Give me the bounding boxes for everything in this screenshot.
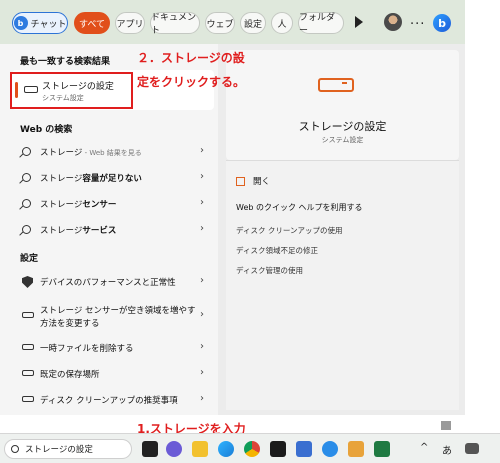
chat-filter-button[interactable]: b チャット [12,12,68,34]
chevron-right-icon: › [200,223,204,234]
edge-browser-icon[interactable] [218,441,234,457]
web-result-bold: 容量が足りない [82,174,142,184]
settings-result-label-line2: 方法を変更する [40,319,100,329]
storage-drive-icon [22,312,34,318]
settings-filter-button[interactable]: 設定 [240,12,266,34]
file-explorer-icon[interactable] [192,441,208,457]
settings-result-item[interactable]: ディスク クリーンアップの推奨事項 › [12,388,214,412]
annotation-step2-line1: ２．ストレージの設 [137,51,245,65]
annotation-step2-line2: 定をクリックする。 [137,75,246,89]
taskbar-search-box[interactable]: ストレージの設定 [4,439,132,459]
more-filters-play-icon[interactable] [355,16,363,28]
settings-result-item[interactable]: 一時ファイルを削除する › [12,336,214,360]
chevron-right-icon: › [200,341,204,352]
settings-header: 設定 [20,254,39,264]
storage-drive-icon [22,396,34,402]
help-link[interactable]: ディスク クリーンアップの使用 [236,225,342,236]
settings-result-item[interactable]: 既定の保存場所 › [12,362,214,386]
people-filter-button[interactable]: 人 [271,12,293,34]
search-icon [22,199,31,208]
chevron-right-icon: › [200,309,204,320]
search-icon [22,225,31,234]
taskbar: ストレージの設定 ^ あ [0,433,500,463]
chevron-right-icon: › [200,275,204,286]
app-window-icon[interactable] [296,441,312,457]
web-result-bold: サービス [82,226,117,236]
chevron-up-icon[interactable]: ^ [420,442,428,453]
chevron-right-icon: › [200,393,204,404]
chevron-right-icon: › [200,171,204,182]
apps-filter-button[interactable]: アプリ [115,12,145,34]
search-icon [22,173,31,182]
chrome-browser-icon[interactable] [244,441,260,457]
best-match-header: 最も一致する検索結果 [20,57,111,67]
teams-chat-icon[interactable] [166,441,182,457]
folders-filter-button[interactable]: フォルダー [298,12,344,36]
settings-result-label: 既定の保存場所 [40,370,100,380]
chevron-right-icon: › [200,197,204,208]
bing-icon[interactable]: b [433,14,451,32]
annotation-box-best-match [10,72,133,109]
web-result-item[interactable]: ストレージサービス › [12,218,214,242]
app-k-icon[interactable] [270,441,286,457]
web-result-item[interactable]: ストレージ - Web 結果を見る › [12,140,214,164]
preview-title: ストレージの設定 [298,120,387,133]
display-icon[interactable] [465,443,479,454]
web-result-prefix: ストレージ [40,148,83,158]
web-result-bold: センサー [82,200,117,210]
web-result-prefix: ストレージ [40,174,83,184]
open-action[interactable]: 開く [236,175,270,187]
search-filter-bar: b チャット すべて アプリ ドキュメント ウェブ 設定 人 フォルダー ...… [0,0,465,44]
preview-subtitle: システム設定 [321,136,364,144]
web-result-item[interactable]: ストレージセンサー › [12,192,214,216]
open-external-icon [236,176,245,186]
storage-drive-icon [22,370,34,376]
settings-result-item[interactable]: デバイスのパフォーマンスと正常性 › [12,270,214,294]
more-options-icon[interactable]: ... [410,13,425,28]
search-icon [22,147,31,156]
open-action-label: 開く [253,177,271,187]
shield-icon [22,276,33,288]
web-help-header: Web のクイック ヘルプを利用する [236,203,363,212]
window-icon [441,421,451,430]
ime-indicator[interactable]: あ [442,442,452,457]
all-filter-button[interactable]: すべて [74,12,110,34]
web-result-item[interactable]: ストレージ容量が足りない › [12,166,214,190]
search-input-text: ストレージの設定 [25,445,93,455]
storage-drive-icon [318,78,354,92]
search-icon [11,445,19,453]
web-result-prefix: ストレージ [40,200,83,210]
task-view-icon[interactable] [142,441,158,457]
excel-icon[interactable] [374,441,390,457]
documents-filter-button[interactable]: ドキュメント [150,12,200,36]
web-result-prefix: ストレージ [40,226,83,236]
settings-result-label: デバイスのパフォーマンスと正常性 [40,278,176,288]
preview-actions [226,160,459,410]
bing-chat-icon: b [13,16,28,30]
settings-result-label: 一時ファイルを削除する [40,344,134,354]
settings-result-label: ストレージ センサーが空き領域を増やす [40,306,196,316]
chevron-right-icon: › [200,145,204,156]
web-result-suffix: - Web 結果を見る [82,149,142,157]
chat-filter-label: チャット [30,19,67,30]
app-orange-icon[interactable] [348,441,364,457]
app-blue-icon[interactable] [322,441,338,457]
storage-drive-icon [22,344,34,350]
help-link[interactable]: ディスク管理の使用 [236,265,303,276]
settings-result-item[interactable]: ストレージ センサーが空き領域を増やす 方法を変更する › [12,300,214,332]
chevron-right-icon: › [200,367,204,378]
web-search-header: Web の検索 [20,125,73,135]
web-filter-button[interactable]: ウェブ [205,12,235,34]
settings-result-label: ディスク クリーンアップの推奨事項 [40,396,178,406]
user-avatar[interactable] [384,13,402,31]
help-link[interactable]: ディスク領域不足の修正 [236,245,318,256]
